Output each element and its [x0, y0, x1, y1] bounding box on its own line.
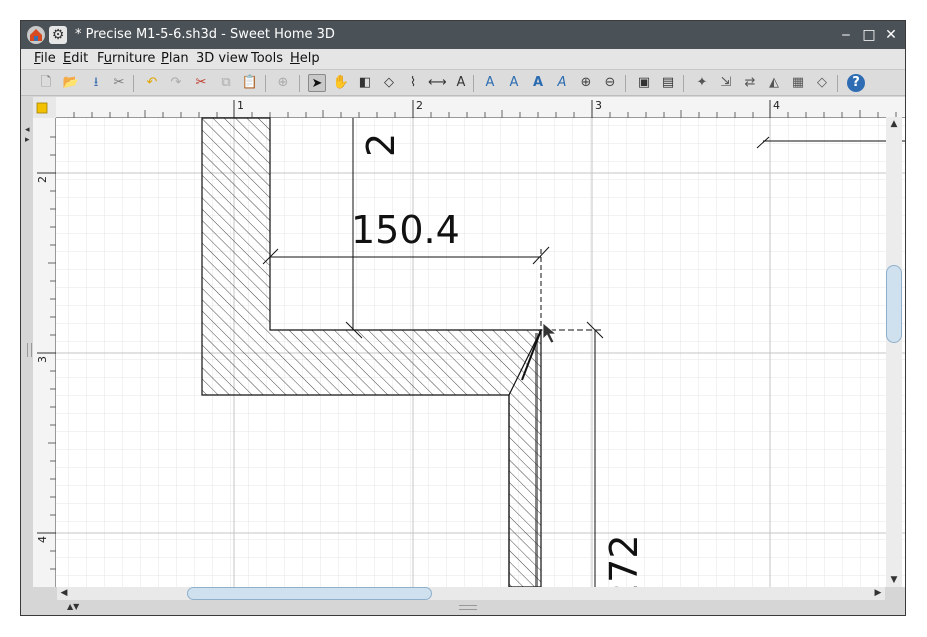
ruler-label-left: 4 — [36, 536, 49, 543]
decrease-text-size-icon[interactable]: A — [505, 74, 523, 92]
dimension-length-label: 150.4 — [351, 208, 460, 252]
ruler-label-top: 2 — [416, 99, 423, 112]
menu-plan[interactable]: Plan — [161, 51, 189, 67]
collapse-arrows-icon[interactable]: ◂ ▸ — [25, 125, 30, 145]
create-rooms-icon[interactable]: ◇ — [380, 74, 398, 92]
menu-file[interactable]: File — [34, 51, 56, 67]
split-handle-icon[interactable] — [459, 605, 477, 610]
create-photo-icon[interactable]: ▣ — [635, 74, 653, 92]
window-title: * Precise M1-5-6.sh3d - Sweet Home 3D — [75, 27, 335, 42]
toolbar-separator — [473, 75, 474, 92]
menu-furniture[interactable]: Furniture — [97, 51, 155, 67]
create-walls-icon[interactable]: ◧ — [356, 74, 374, 92]
add-furniture-icon[interactable]: ⊕ — [274, 74, 292, 92]
menu-bar: File Edit Furniture Plan 3D view Tools H… — [21, 49, 905, 69]
dimension-length-label: 272 — [602, 534, 646, 587]
toolbar-separator — [133, 75, 134, 92]
cut-icon[interactable]: ✂ — [192, 74, 210, 92]
ruler-label-left: 2 — [36, 176, 49, 183]
vertical-scrollbar[interactable]: ▲ ▼ — [886, 117, 902, 587]
horizontal-scroll-thumb[interactable] — [187, 587, 432, 600]
flip-icon[interactable]: ◭ — [765, 74, 783, 92]
top-ruler: 1 2 3 4 — [56, 97, 905, 118]
copy-icon[interactable]: ⧉ — [217, 74, 235, 92]
pan-mode-icon[interactable]: ✋ — [332, 74, 350, 92]
dimension-length-label: 2 — [359, 133, 403, 157]
increase-text-size-icon[interactable]: A — [481, 74, 499, 92]
toolbar-separator — [625, 75, 626, 92]
level-icon — [36, 102, 48, 114]
maximize-button[interactable]: □ — [860, 27, 878, 43]
toolbar-separator — [265, 75, 266, 92]
close-button[interactable]: ✕ — [882, 27, 900, 43]
toolbar: 🗋 📂 ⭳ ✂ ↶ ↷ ✂ ⧉ 📋 ⊕ ➤ ✋ ◧ ◇ ⌇ ⟷ A A A A … — [21, 69, 905, 96]
zoom-in-icon[interactable]: ⊕ — [577, 74, 595, 92]
menu-tools[interactable]: Tools — [251, 51, 283, 67]
plan-view[interactable]: 1 2 3 4 2 3 4 150.4 272 2 — [33, 97, 906, 587]
create-polylines-icon[interactable]: ⌇ — [404, 74, 422, 92]
app-window: ⚙ * Precise M1-5-6.sh3d - Sweet Home 3D … — [20, 20, 906, 616]
save-icon[interactable]: ⭳ — [87, 74, 105, 92]
scroll-left-icon[interactable]: ◀ — [57, 587, 71, 600]
plugin-tool-5-icon[interactable]: ▦ — [789, 74, 807, 92]
create-dimensions-icon[interactable]: ⟷ — [428, 74, 447, 92]
split-handle-icon[interactable] — [27, 343, 32, 357]
title-bar[interactable]: ⚙ * Precise M1-5-6.sh3d - Sweet Home 3D … — [21, 21, 905, 49]
scroll-right-icon[interactable]: ▶ — [871, 587, 885, 600]
plugin-tool-2-icon[interactable]: ⇲ — [717, 74, 735, 92]
menu-3dview[interactable]: 3D view — [196, 51, 248, 67]
new-home-icon[interactable]: 🗋 — [37, 74, 55, 92]
toolbar-separator — [683, 75, 684, 92]
sweet-home-3d-icon — [27, 26, 45, 44]
horizontal-scrollbar[interactable]: ◀ ▶ — [57, 587, 885, 600]
window-menu-icon[interactable]: ⚙ — [49, 26, 67, 44]
scroll-down-icon[interactable]: ▼ — [888, 573, 900, 587]
paste-icon[interactable]: 📋 — [241, 74, 259, 92]
add-text-icon[interactable]: A — [452, 74, 470, 92]
undo-icon[interactable]: ↶ — [143, 74, 161, 92]
plugin-tool-3-icon[interactable]: ⇄ — [741, 74, 759, 92]
preferences-icon[interactable]: ✂ — [110, 74, 128, 92]
zoom-out-icon[interactable]: ⊖ — [601, 74, 619, 92]
scroll-up-icon[interactable]: ▲ — [888, 117, 900, 131]
create-video-icon[interactable]: ▤ — [659, 74, 677, 92]
plugin-tool-1-icon[interactable]: ✦ — [693, 74, 711, 92]
ruler-label-top: 3 — [595, 99, 602, 112]
select-mode-icon[interactable]: ➤ — [308, 74, 326, 92]
minimize-button[interactable]: ‒ — [837, 27, 855, 43]
left-ruler: 2 3 4 — [33, 118, 56, 587]
ruler-label-left: 3 — [36, 356, 49, 363]
toolbar-separator — [299, 75, 300, 92]
menu-edit[interactable]: Edit — [63, 51, 88, 67]
italic-text-icon[interactable]: A — [553, 74, 571, 92]
toolbar-separator — [837, 75, 838, 92]
open-icon[interactable]: 📂 — [62, 74, 80, 92]
vertical-scroll-thumb[interactable] — [886, 265, 902, 343]
help-icon[interactable]: ? — [847, 74, 865, 92]
redo-icon[interactable]: ↷ — [167, 74, 185, 92]
menu-help[interactable]: Help — [290, 51, 320, 67]
bottom-split-bar: ▲▼ — [21, 600, 905, 615]
bold-text-icon[interactable]: A — [529, 74, 547, 92]
expand-collapse-icon[interactable]: ▲▼ — [67, 602, 79, 611]
plugin-tool-6-icon[interactable]: ◇ — [813, 74, 831, 92]
ruler-label-top: 1 — [237, 99, 244, 112]
ruler-label-top: 4 — [773, 99, 780, 112]
